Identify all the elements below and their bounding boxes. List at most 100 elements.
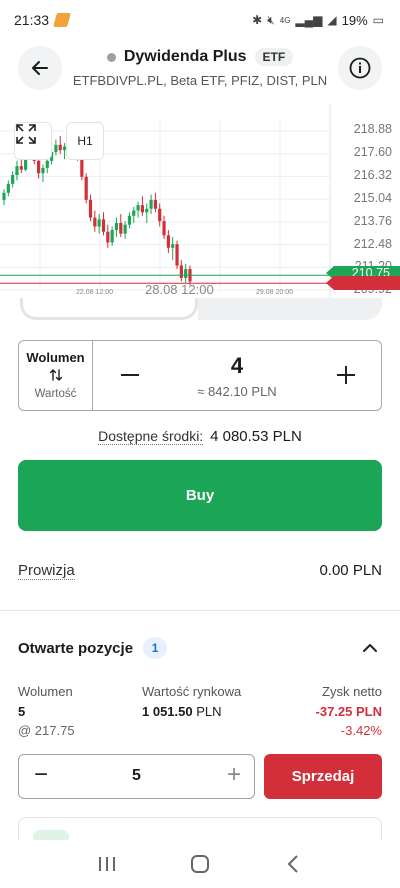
volume-input-group: Wolumen Wartość 4 ≈ 842.10 PLN bbox=[18, 340, 382, 411]
close-qty-increase-button[interactable]: + bbox=[224, 761, 244, 789]
market-value-header: Wartość rynkowa bbox=[142, 684, 242, 699]
wifi-icon: ◢ bbox=[327, 13, 337, 27]
position-volume-header: Wolumen bbox=[18, 684, 73, 699]
value-mode-label: Wartość bbox=[34, 388, 77, 400]
chart-panel-tabs bbox=[0, 298, 400, 324]
open-positions-title: Otwarte pozycje bbox=[18, 639, 134, 657]
candle-body bbox=[97, 219, 101, 227]
candle-body bbox=[80, 157, 84, 177]
candle-body bbox=[84, 176, 88, 200]
status-icons: ✱ 🔇︎ 4G ▂▄▆ ◢ 19% ▭ bbox=[252, 13, 384, 28]
fee-label[interactable]: Prowizja bbox=[18, 562, 75, 580]
candle-body bbox=[136, 205, 140, 211]
swap-vertical-icon bbox=[19, 368, 92, 385]
position-volume-value: 5 bbox=[18, 704, 26, 719]
candle-body bbox=[171, 244, 175, 248]
panel-tab-active[interactable] bbox=[20, 298, 198, 320]
section-divider bbox=[0, 610, 400, 611]
candle-body bbox=[15, 166, 19, 176]
buy-button[interactable]: Buy bbox=[18, 460, 382, 531]
position-volume-col: Wolumen 5 @ 217.75 bbox=[18, 684, 75, 738]
fullscreen-button[interactable] bbox=[14, 122, 52, 160]
available-funds-value: 4 080.53 PLN bbox=[210, 428, 302, 445]
panel-tab-inactive[interactable] bbox=[198, 298, 382, 320]
candle-body bbox=[2, 192, 6, 200]
battery-percent: 19% bbox=[341, 12, 368, 28]
candle-body bbox=[140, 205, 145, 213]
fee-row: Prowizja 0.00 PLN bbox=[18, 562, 382, 580]
positions-count-badge: 1 bbox=[143, 637, 168, 659]
candle-body bbox=[158, 208, 162, 222]
position-details: Wolumen 5 @ 217.75 Wartość rynkowa 1 051… bbox=[18, 684, 382, 740]
info-button[interactable] bbox=[338, 46, 382, 90]
available-funds-label[interactable]: Dostępne środki: bbox=[98, 428, 204, 445]
fee-value: 0.00 PLN bbox=[319, 562, 382, 579]
ask-price-tag: 210.30 bbox=[326, 276, 400, 290]
bluetooth-icon: ✱ bbox=[252, 13, 263, 27]
open-positions-header[interactable]: Otwarte pozycje 1 bbox=[18, 636, 382, 660]
candle-body bbox=[114, 222, 119, 231]
candle-body bbox=[6, 183, 10, 193]
candle-body bbox=[110, 230, 114, 243]
candle-body bbox=[45, 160, 49, 168]
candle-body bbox=[179, 265, 183, 278]
signal-icon: ▂▄▆ bbox=[295, 13, 323, 27]
close-qty-input[interactable]: 5 bbox=[19, 767, 254, 785]
market-value: 1 051.50 PLN bbox=[142, 704, 241, 719]
candle-body bbox=[106, 231, 110, 243]
candle-body bbox=[145, 208, 149, 213]
home-icon bbox=[190, 855, 209, 873]
mute-icon: 🔇︎ bbox=[267, 12, 275, 27]
recent-apps-button[interactable] bbox=[92, 849, 122, 879]
x-axis-label: 28.08 12:00 bbox=[145, 282, 214, 297]
battery-icon: ▭ bbox=[372, 13, 384, 27]
instrument-header: Dywidenda Plus ETF ETFBDIVPL.PL, Beta ET… bbox=[0, 40, 400, 100]
clock: 21:33 bbox=[14, 12, 50, 28]
price-chart[interactable]: H1 218.88 217.60 216.32 215.04 213.76 21… bbox=[0, 104, 400, 300]
candle-body bbox=[119, 222, 123, 234]
instrument-type-badge: ETF bbox=[254, 48, 294, 66]
chevron-up-icon[interactable] bbox=[358, 636, 382, 660]
timeframe-button[interactable]: H1 bbox=[66, 122, 104, 160]
info-icon bbox=[349, 57, 371, 79]
y-axis-label: 217.60 bbox=[353, 145, 392, 159]
net-profit-header: Zysk netto bbox=[322, 684, 382, 699]
home-button[interactable] bbox=[185, 849, 215, 879]
sell-button[interactable]: Sprzedaj bbox=[264, 754, 382, 799]
x-axis-label: 29.08 20:00 bbox=[256, 289, 293, 296]
plus-icon bbox=[337, 366, 355, 384]
candle-body bbox=[93, 217, 97, 227]
y-axis-label: 215.04 bbox=[353, 191, 392, 205]
candle-body bbox=[41, 167, 45, 174]
candle-body bbox=[19, 166, 23, 170]
candle-body bbox=[153, 199, 157, 209]
network-type: 4G bbox=[279, 15, 291, 25]
net-profit-percent: -3.42% bbox=[340, 723, 382, 738]
position-open-price: @ 217.75 bbox=[18, 723, 75, 738]
system-nav-bar bbox=[0, 840, 400, 888]
page-title: Dywidenda Plus bbox=[123, 48, 247, 65]
expand-icon bbox=[16, 124, 36, 144]
status-bar: 21:33 ✱ 🔇︎ 4G ▂▄▆ ◢ 19% ▭ bbox=[0, 0, 400, 40]
candle-body bbox=[166, 235, 170, 248]
market-value-amount: 1 051.50 bbox=[142, 704, 193, 719]
candle-body bbox=[54, 144, 58, 152]
candle-body bbox=[11, 175, 15, 184]
position-profit-col: Zysk netto -37.25 PLN -3.42% bbox=[316, 684, 382, 738]
y-axis-label: 218.88 bbox=[353, 122, 392, 136]
market-status-dot bbox=[106, 52, 116, 62]
volume-mode-toggle[interactable]: Wolumen Wartość bbox=[19, 341, 93, 410]
candle-body bbox=[132, 210, 136, 216]
volume-increase-button[interactable] bbox=[331, 357, 361, 393]
candle-body bbox=[58, 144, 62, 151]
market-value-unit: PLN bbox=[196, 704, 222, 719]
available-funds: Dostępne środki: 4 080.53 PLN bbox=[0, 428, 400, 445]
volume-mode-label: Wolumen bbox=[26, 350, 85, 365]
back-chevron-icon bbox=[287, 855, 299, 873]
candle-body bbox=[101, 219, 106, 232]
y-axis-label: 212.48 bbox=[353, 237, 392, 251]
notification-app-icon bbox=[53, 13, 71, 27]
close-quantity-stepper: − 5 + bbox=[18, 754, 255, 799]
system-back-button[interactable] bbox=[278, 849, 308, 879]
candle-body bbox=[88, 199, 93, 218]
